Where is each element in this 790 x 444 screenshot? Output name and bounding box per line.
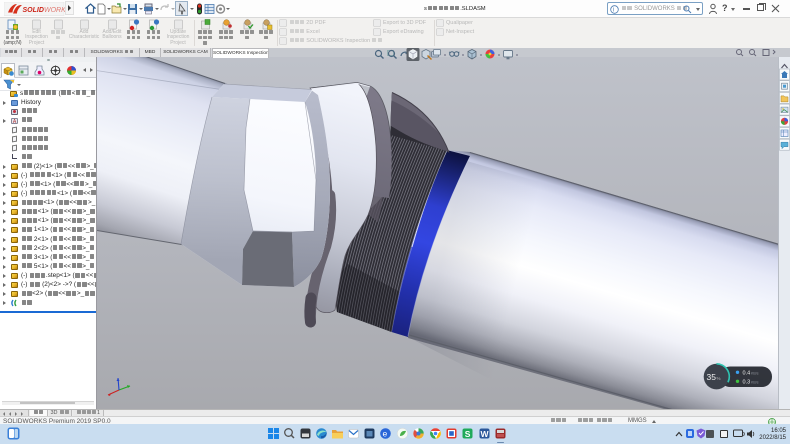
svg-text:WORKS: WORKS bbox=[44, 7, 66, 14]
svg-text:0.3: 0.3 bbox=[743, 380, 751, 386]
svg-text:%: % bbox=[717, 376, 721, 381]
svg-text:KB/s: KB/s bbox=[751, 371, 759, 375]
svg-text:KB/s: KB/s bbox=[751, 380, 759, 384]
svg-text:S: S bbox=[465, 429, 471, 439]
svg-text:e: e bbox=[383, 429, 388, 439]
svg-text:35: 35 bbox=[707, 372, 717, 382]
svg-text:SOLID: SOLID bbox=[23, 7, 44, 14]
svg-text:i: i bbox=[613, 8, 614, 14]
svg-text:0.4: 0.4 bbox=[743, 371, 751, 377]
svg-text:W: W bbox=[481, 429, 490, 439]
